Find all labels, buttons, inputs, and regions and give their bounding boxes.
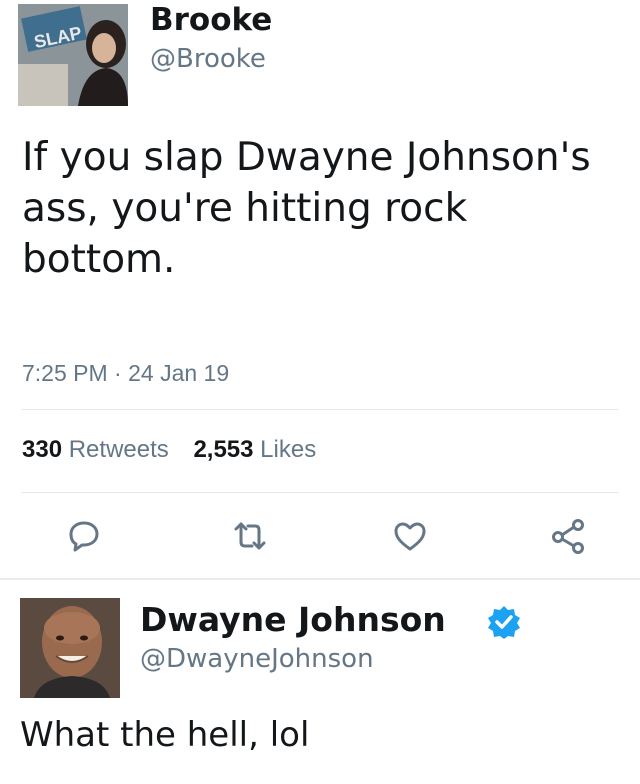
divider <box>22 492 618 493</box>
reply-button[interactable] <box>64 516 104 556</box>
reply-tweet-text: What the hell, lol <box>20 715 310 755</box>
share-button[interactable] <box>548 516 588 556</box>
reply-author-display-name[interactable]: Dwayne Johnson <box>140 600 446 639</box>
share-icon <box>552 519 584 554</box>
reply-author-handle[interactable]: @DwayneJohnson <box>140 644 374 674</box>
retweet-icon <box>234 522 266 550</box>
verified-badge-icon <box>488 606 520 639</box>
likes-label: Likes <box>260 436 317 463</box>
original-tweet: SLAP Brooke @Brooke If you slap Dwayne J… <box>0 0 640 578</box>
reply-icon <box>69 521 99 552</box>
brooke-avatar[interactable]: SLAP <box>18 4 128 106</box>
tweet-timestamp[interactable]: 7:25 PM · 24 Jan 19 <box>22 360 229 387</box>
heart-icon <box>394 522 426 551</box>
dwayne-johnson-avatar[interactable] <box>20 598 120 698</box>
tweet-stats: 330 Retweets 2,553 Likes <box>22 436 334 464</box>
retweets-count: 330 <box>22 436 63 463</box>
like-button[interactable] <box>390 516 430 556</box>
retweets-stat[interactable]: 330 Retweets <box>22 436 169 463</box>
author-handle[interactable]: @Brooke <box>150 44 266 74</box>
likes-count: 2,553 <box>193 436 254 463</box>
tweet-text: If you slap Dwayne Johnson's ass, you're… <box>22 135 591 282</box>
retweet-button[interactable] <box>230 516 270 556</box>
author-display-name[interactable]: Brooke <box>150 2 272 38</box>
retweets-label: Retweets <box>68 436 169 463</box>
likes-stat[interactable]: 2,553 Likes <box>193 436 316 463</box>
divider <box>22 409 618 410</box>
